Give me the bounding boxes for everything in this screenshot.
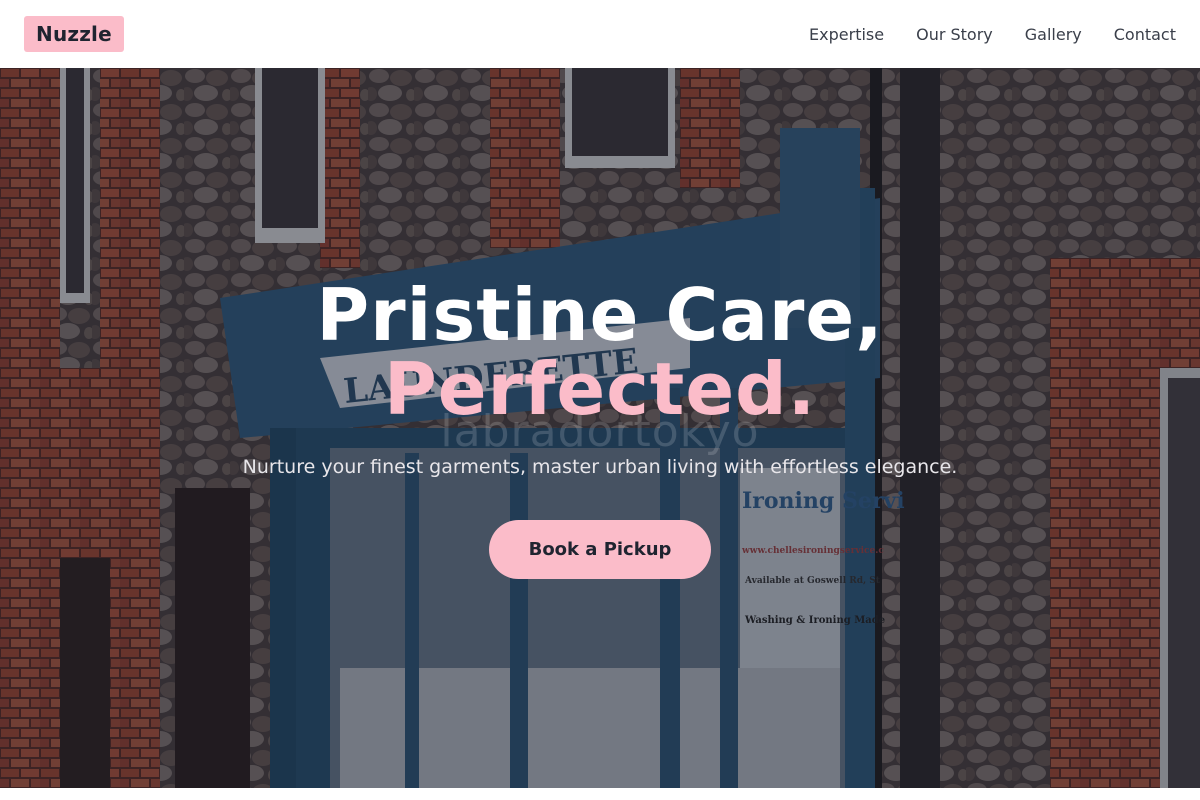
- nav-link-expertise[interactable]: Expertise: [809, 25, 884, 44]
- book-pickup-button[interactable]: Book a Pickup: [488, 520, 712, 579]
- nav-link-contact[interactable]: Contact: [1114, 25, 1176, 44]
- hero-title: Pristine Care, Perfected.: [0, 278, 1200, 426]
- nav-link-our-story[interactable]: Our Story: [916, 25, 993, 44]
- hero-content: Pristine Care, Perfected. Nurture your f…: [0, 278, 1200, 579]
- hero-title-line1: Pristine Care,: [316, 273, 884, 357]
- site-header: Nuzzle Expertise Our Story Gallery Conta…: [0, 0, 1200, 68]
- hero-subtitle: Nurture your finest garments, master urb…: [242, 456, 958, 478]
- main-nav: Expertise Our Story Gallery Contact: [809, 25, 1176, 44]
- hero-section: LAUNDERETTE Ironing Servi www.chellesironi…: [0, 68, 1200, 788]
- brand-logo[interactable]: Nuzzle: [24, 16, 124, 52]
- hero-title-line2: Perfected.: [383, 347, 817, 431]
- nav-link-gallery[interactable]: Gallery: [1025, 25, 1082, 44]
